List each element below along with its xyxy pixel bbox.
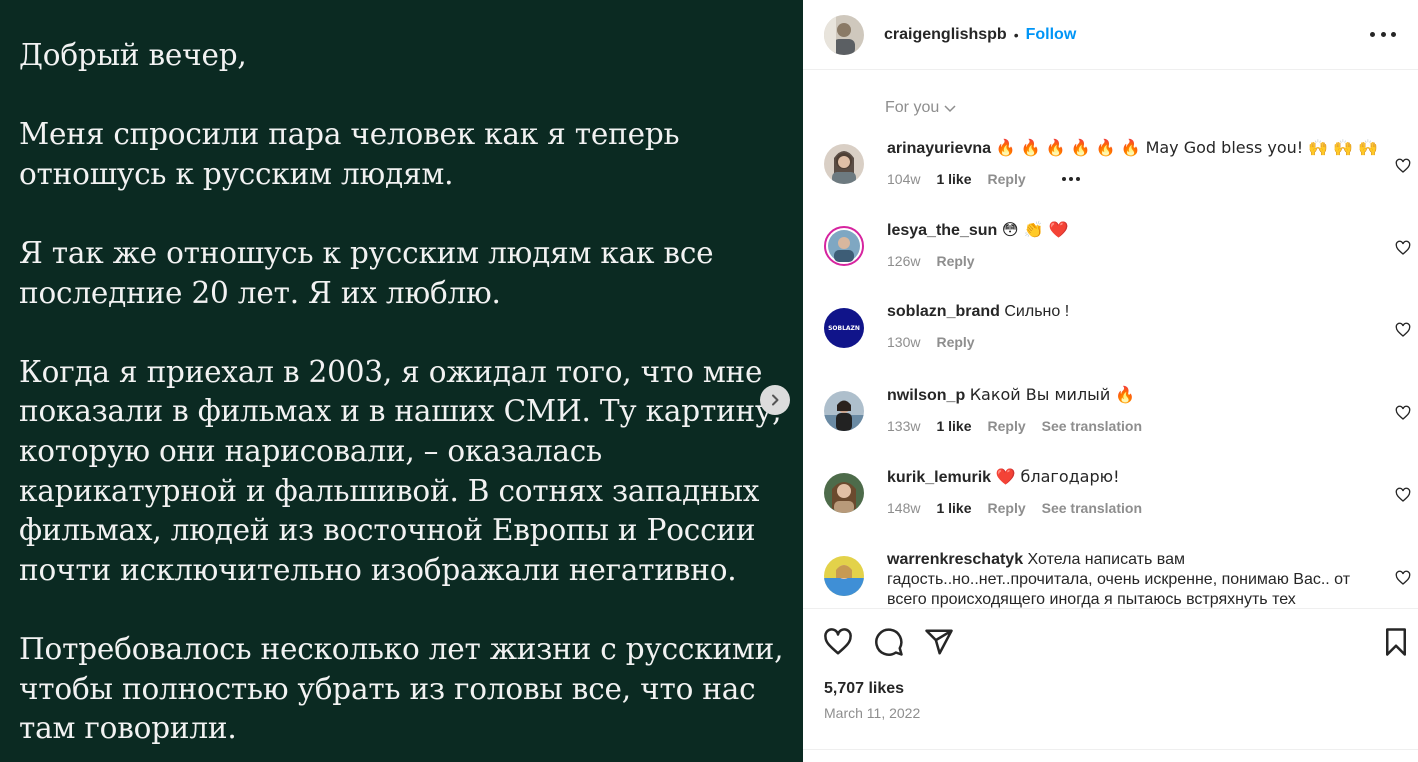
follow-button[interactable]: Follow xyxy=(1026,26,1077,44)
commenter-avatar[interactable] xyxy=(824,473,864,513)
post-image: Добрый вечер, Меня спросили пара человек… xyxy=(0,0,803,762)
more-dot xyxy=(1370,31,1375,37)
bookmark-icon[interactable] xyxy=(1381,627,1411,657)
comment-username[interactable]: nwilson_p xyxy=(887,387,965,404)
comment-text: ❤️ благодарю! xyxy=(995,467,1120,486)
commenter-avatar[interactable] xyxy=(824,556,864,596)
reply-button[interactable]: Reply xyxy=(936,332,974,352)
post-header: craigenglishspb • Follow xyxy=(803,0,1418,70)
next-slide-button[interactable] xyxy=(760,385,790,415)
more-dot xyxy=(1391,31,1396,37)
comment-sort-dropdown[interactable]: For you xyxy=(885,99,957,117)
comment-age[interactable]: 148w xyxy=(887,498,920,518)
divider xyxy=(803,749,1418,750)
separator-dot: • xyxy=(1013,26,1019,43)
more-dot xyxy=(1380,31,1386,37)
comment-like-icon[interactable] xyxy=(1395,405,1411,421)
comment-like-icon[interactable] xyxy=(1395,158,1411,174)
commenter-avatar[interactable] xyxy=(824,144,864,184)
comment-text: Какой Вы милый 🔥 xyxy=(969,385,1136,404)
comment-username[interactable]: arinayurievna xyxy=(887,140,991,157)
more-options-button[interactable] xyxy=(1370,22,1396,46)
avatar-logo-text: SOBLAZN xyxy=(828,324,860,332)
post-paragraph: Я так же отношусь к русским людям как вс… xyxy=(19,235,714,310)
reply-button[interactable]: Reply xyxy=(936,251,974,271)
comment-icon[interactable] xyxy=(874,627,904,657)
post-actions: 5,707 likes March 11, 2022 xyxy=(803,608,1418,762)
comment-age[interactable]: 130w xyxy=(887,332,920,352)
post-paragraph: Меня спросили пара человек как я теперь … xyxy=(19,117,680,191)
comment-more-button[interactable] xyxy=(1061,177,1080,181)
comment-username[interactable]: lesya_the_sun xyxy=(887,222,997,239)
paper-plane-icon[interactable] xyxy=(924,627,954,657)
chevron-right-icon xyxy=(772,394,779,406)
post-text: Добрый вечер, Меня спросили пара человек… xyxy=(19,36,789,762)
comment-username[interactable]: kurik_lemurik xyxy=(887,469,991,486)
comment-likes[interactable]: 1 like xyxy=(936,416,971,436)
comment-age[interactable]: 133w xyxy=(887,416,920,436)
reply-button[interactable]: Reply xyxy=(988,416,1026,436)
comment-text: 😳 👏 ❤️ xyxy=(1001,220,1069,239)
chevron-down-icon xyxy=(944,105,956,113)
comment-text: Сильно ! xyxy=(1004,303,1070,320)
comment-like-icon[interactable] xyxy=(1395,570,1411,586)
post-sidebar: craigenglishspb • Follow For you arinayu… xyxy=(803,0,1418,762)
comment-like-icon[interactable] xyxy=(1395,240,1411,256)
commenter-avatar[interactable]: SOBLAZN xyxy=(824,308,864,348)
author-username[interactable]: craigenglishspb xyxy=(884,26,1007,44)
comment-username[interactable]: warrenkreschatyk xyxy=(887,551,1023,568)
comment-age[interactable]: 126w xyxy=(887,251,920,271)
reply-button[interactable]: Reply xyxy=(988,498,1026,518)
post-paragraph: Добрый вечер, xyxy=(19,38,247,72)
commenter-avatar[interactable] xyxy=(824,226,864,266)
comment-like-icon[interactable] xyxy=(1395,322,1411,338)
post-paragraph: Потребовалось несколько лет жизни с русс… xyxy=(19,631,784,746)
see-translation-button[interactable]: See translation xyxy=(1042,498,1142,518)
heart-icon[interactable] xyxy=(823,627,853,657)
comment-text: 🔥 🔥 🔥 🔥 🔥 🔥 May God bless you! 🙌 🙌 🙌 xyxy=(995,138,1379,157)
reply-button[interactable]: Reply xyxy=(988,169,1026,189)
author-avatar[interactable] xyxy=(824,14,864,55)
comment-username[interactable]: soblazn_brand xyxy=(887,303,1000,320)
sort-label: For you xyxy=(885,99,940,116)
post-date[interactable]: March 11, 2022 xyxy=(824,705,920,721)
comment-likes[interactable]: 1 like xyxy=(936,498,971,518)
comment-like-icon[interactable] xyxy=(1395,487,1411,503)
post-paragraph: Когда я приехал в 2003, я ожидал того, ч… xyxy=(19,354,782,587)
comment-likes[interactable]: 1 like xyxy=(936,169,971,189)
commenter-avatar[interactable] xyxy=(824,391,864,431)
likes-count[interactable]: 5,707 likes xyxy=(824,680,904,698)
see-translation-button[interactable]: See translation xyxy=(1042,416,1142,436)
comment-age[interactable]: 104w xyxy=(887,169,920,189)
comments-list: arinayurievna 🔥 🔥 🔥 🔥 🔥 🔥 May God bless … xyxy=(803,130,1418,608)
